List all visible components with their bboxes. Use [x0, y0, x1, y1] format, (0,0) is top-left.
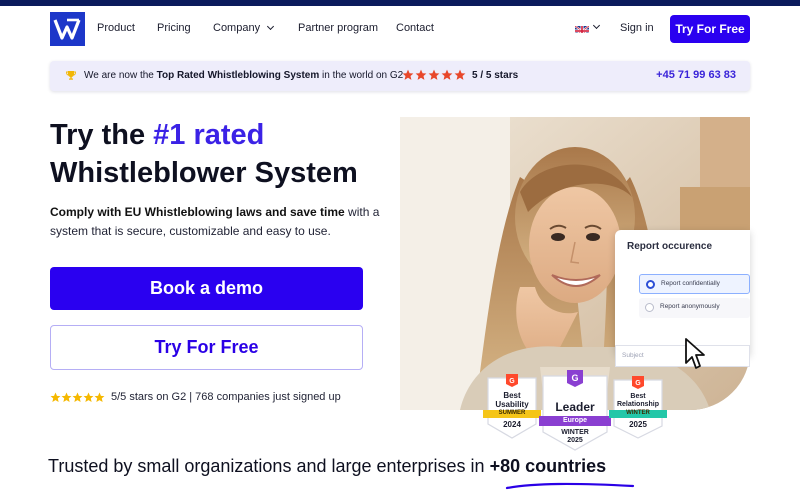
subheadline-bold: Comply with EU Whistleblowing laws and s…: [50, 205, 345, 219]
hero-headline-line-2: Whistleblower System: [50, 157, 358, 189]
star-icon: [94, 392, 105, 402]
hero-headline-line-1: Try the #1 rated: [50, 116, 358, 154]
language-chevron-icon[interactable]: [592, 21, 601, 30]
badge-ribbon: Europe: [539, 416, 611, 426]
nav-item-company-label: Company: [213, 22, 261, 34]
star-icon: [72, 392, 83, 402]
report-card-title: Report occurence: [627, 241, 713, 252]
announcement-banner: We are now the Top Rated Whistleblowing …: [50, 61, 750, 91]
radio-unselected-icon: [645, 303, 654, 312]
banner-text: We are now the Top Rated Whistleblowing …: [84, 70, 409, 81]
trust-statement: Trusted by small organizations and large…: [48, 456, 606, 477]
subject-placeholder: Subject: [622, 352, 644, 359]
report-occurrence-card: Report occurence Report confidentially R…: [615, 230, 750, 355]
option-label: Report anonymously: [660, 303, 720, 310]
option-report-confidentially[interactable]: Report confidentially: [639, 274, 750, 294]
chevron-down-icon: [267, 22, 275, 31]
badge-title: Best Usability: [495, 391, 529, 409]
nav-item-contact[interactable]: Contact: [396, 22, 434, 34]
headline-prefix: Try the: [50, 119, 154, 151]
star-icon: [428, 69, 440, 80]
hand-drawn-underline-icon: [505, 482, 635, 490]
svg-text:G: G: [509, 378, 515, 385]
hero-headline: Try the #1 rated Whistleblower System: [50, 116, 358, 192]
nav-item-pricing[interactable]: Pricing: [157, 22, 191, 34]
nav-item-company[interactable]: Company: [213, 22, 275, 34]
try-for-free-button[interactable]: Try For Free: [50, 325, 363, 370]
star-icon: [83, 392, 94, 402]
book-demo-button[interactable]: Book a demo: [50, 267, 363, 310]
star-icon: [402, 69, 414, 80]
badge-ribbon: SUMMER: [483, 410, 541, 418]
uk-flag-icon[interactable]: [575, 23, 589, 33]
badge-title: Leader: [555, 400, 595, 414]
star-icon: [454, 69, 466, 80]
star-icon: [50, 392, 61, 402]
option-label: Report confidentially: [661, 280, 720, 287]
nav-try-free-button[interactable]: Try For Free: [670, 15, 750, 43]
mouse-cursor-icon: [685, 338, 705, 369]
banner-rating-text: 5 / 5 stars: [472, 70, 519, 81]
logo[interactable]: [50, 12, 85, 46]
trust-emphasis: +80 countries: [489, 456, 607, 476]
option-report-anonymously[interactable]: Report anonymously: [639, 298, 750, 318]
logo-mark-icon: [53, 18, 81, 40]
badge-ribbon: WINTER: [609, 410, 667, 418]
banner-star-rating: [402, 69, 466, 81]
hero-subheadline: Comply with EU Whistleblowing laws and s…: [50, 203, 390, 241]
hero-rating-text: 5/5 stars on G2 | 768 companies just sig…: [111, 391, 341, 403]
svg-text:G: G: [635, 380, 641, 387]
trophy-icon: [66, 71, 76, 80]
sign-in-link[interactable]: Sign in: [620, 22, 654, 34]
banner-text-bold: Top Rated Whistleblowing System: [156, 70, 320, 81]
g2-badge-best-relationship: G Best Relationship WINTER 2025: [609, 376, 667, 440]
star-icon: [61, 392, 72, 402]
banner-text-prefix: We are now the: [84, 70, 157, 81]
phone-link[interactable]: +45 71 99 63 83: [656, 69, 736, 81]
nav-item-partner-program[interactable]: Partner program: [298, 22, 378, 34]
star-icon: [415, 69, 427, 80]
headline-accent: #1 rated: [153, 119, 265, 151]
badge-season: WINTER: [561, 429, 589, 436]
radio-selected-icon: [646, 280, 655, 289]
hero-rating: 5/5 stars on G2 | 768 companies just sig…: [50, 391, 341, 403]
g2-badge-best-usability: G Best Usability SUMMER 2024: [483, 374, 541, 440]
badge-year: 2024: [503, 420, 521, 429]
banner-text-suffix: in the world on G2 ·: [319, 70, 410, 81]
nav-item-product[interactable]: Product: [97, 22, 135, 34]
badge-year: 2025: [567, 437, 583, 444]
top-navigation: Product Pricing Company Partner program …: [0, 6, 800, 50]
badge-title: Best Relationship: [616, 393, 659, 408]
star-icon: [441, 69, 453, 80]
svg-text:G: G: [571, 373, 578, 383]
badge-year: 2025: [629, 420, 647, 429]
subject-field[interactable]: Subject: [615, 345, 750, 367]
trust-text: Trusted by small organizations and large…: [48, 456, 490, 476]
g2-badge-leader: G Leader Europe WINTER 2025: [539, 370, 611, 452]
